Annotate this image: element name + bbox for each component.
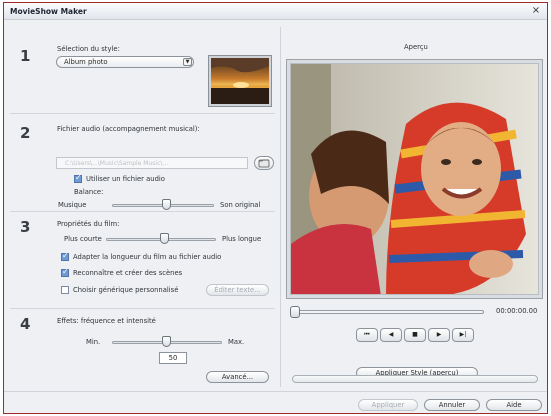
folder-icon xyxy=(258,159,270,168)
skip-end-icon[interactable]: ▶| xyxy=(452,328,474,342)
balance-slider-thumb[interactable] xyxy=(162,199,171,210)
custom-credits-label: Choisir générique personnalisé xyxy=(73,286,179,294)
effects-slider-thumb[interactable] xyxy=(162,336,171,347)
effects-min-label: Min. xyxy=(86,338,101,346)
style-thumbnail xyxy=(208,55,272,107)
skip-start-icon[interactable]: ⏮ xyxy=(356,328,378,342)
step-3-section: 3 Propriétés du film: xyxy=(10,211,275,311)
audio-file-label: Fichier audio (accompagnement musical): xyxy=(57,125,200,133)
playback-controls: ⏮ ◀ ■ ▶ ▶| xyxy=(356,328,478,344)
effects-label: Effets: fréquence et intensité xyxy=(57,317,156,325)
apply-button[interactable]: Appliquer xyxy=(358,399,418,411)
detect-scenes-label: Reconnaître et créer des scènes xyxy=(73,269,183,277)
step-2-section: 2 Fichier audio (accompagnement musical)… xyxy=(10,113,275,197)
use-audio-label: Utiliser un fichier audio xyxy=(86,175,165,183)
balance-right-label: Son original xyxy=(220,201,261,209)
style-label: Sélection du style: xyxy=(57,45,120,53)
length-right-label: Plus longue xyxy=(222,235,262,243)
chevron-down-icon[interactable]: ▼ xyxy=(183,58,192,66)
length-slider-thumb[interactable] xyxy=(160,233,169,244)
stop-icon[interactable]: ■ xyxy=(404,328,426,342)
step-2-number: 2 xyxy=(20,124,31,142)
sunset-thumbnail-image xyxy=(211,58,269,104)
browse-button[interactable] xyxy=(254,156,274,170)
settings-panel: 1 Sélection du style: Album photo ▼ 2 Fi… xyxy=(10,25,275,387)
advanced-button[interactable]: Avancé... xyxy=(206,371,269,383)
adapt-length-label: Adapter la longueur du film au fichier a… xyxy=(73,253,222,261)
timeline-thumb[interactable] xyxy=(290,306,300,318)
film-properties-label: Propriétés du film: xyxy=(57,220,120,228)
edit-text-button[interactable]: Éditer texte... xyxy=(206,284,269,296)
adapt-length-checkbox[interactable] xyxy=(61,251,69,261)
title-bar[interactable]: MovieShow Maker × xyxy=(4,3,547,20)
close-icon[interactable]: × xyxy=(530,5,542,17)
balance-left-label: Musique xyxy=(58,201,87,209)
preview-label: Aperçu xyxy=(404,43,428,51)
step-1-section: 1 Sélection du style: Album photo ▼ xyxy=(10,25,275,113)
balance-label: Balance: xyxy=(74,188,104,196)
footer-divider xyxy=(4,391,547,392)
movieshow-maker-window: MovieShow Maker × 1 Sélection du style: … xyxy=(3,2,548,414)
effects-max-label: Max. xyxy=(228,338,245,346)
style-dropdown[interactable]: Album photo ▼ xyxy=(56,56,194,68)
timecode: 00:00:00.00 xyxy=(496,307,538,315)
use-audio-checkbox[interactable] xyxy=(74,173,82,183)
custom-credits-checkbox[interactable] xyxy=(61,286,69,294)
style-dropdown-value: Album photo xyxy=(64,58,108,66)
children-photo-image xyxy=(291,64,538,294)
timeline-track[interactable] xyxy=(292,310,484,314)
effects-value-input[interactable]: 50 xyxy=(159,352,187,364)
preview-image xyxy=(290,63,539,295)
audio-file-path: C:\Users\...\Music\Sample Music\... xyxy=(65,160,169,167)
render-progress-bar xyxy=(292,375,538,383)
length-left-label: Plus courte xyxy=(64,235,102,243)
help-button[interactable]: Aide xyxy=(486,399,542,411)
panel-divider xyxy=(280,27,281,387)
window-title: MovieShow Maker xyxy=(10,7,87,16)
step-3-number: 3 xyxy=(20,218,31,236)
preview-frame xyxy=(286,59,543,299)
step-back-icon[interactable]: ◀ xyxy=(380,328,402,342)
step-1-number: 1 xyxy=(20,47,31,65)
step-4-number: 4 xyxy=(20,315,31,333)
audio-file-field[interactable]: C:\Users\...\Music\Sample Music\... xyxy=(56,157,248,169)
play-icon[interactable]: ▶ xyxy=(428,328,450,342)
detect-scenes-checkbox[interactable] xyxy=(61,267,69,277)
preview-panel: Aperçu 00:00:00.00 ⏮ ◀ ■ ▶ ▶| Appliquer … xyxy=(286,39,544,387)
cancel-button[interactable]: Annuler xyxy=(424,399,480,411)
